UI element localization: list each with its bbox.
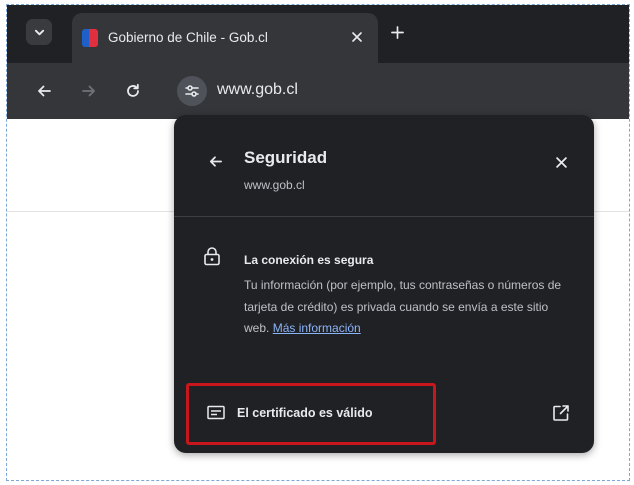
site-info-button[interactable] xyxy=(177,76,207,106)
tab-title: Gobierno de Chile - Gob.cl xyxy=(108,30,268,45)
tab-search-button[interactable] xyxy=(26,19,52,45)
screenshot-frame: Gobierno de Chile - Gob.cl www.gob.cl Se… xyxy=(6,4,630,481)
tab-active[interactable]: Gobierno de Chile - Gob.cl xyxy=(72,13,378,63)
close-icon xyxy=(555,156,567,168)
certificate-icon xyxy=(207,405,225,421)
popup-divider xyxy=(174,216,594,217)
arrow-left-icon xyxy=(209,155,222,167)
close-icon xyxy=(352,32,362,42)
new-tab-button[interactable] xyxy=(388,23,406,41)
certificate-valid-row[interactable]: El certificado es válido xyxy=(186,383,436,445)
popup-close-button[interactable] xyxy=(550,151,572,173)
forward-button[interactable] xyxy=(77,79,101,103)
connection-status-title: La conexión es segura xyxy=(244,253,374,267)
connection-description: Tu información (por ejemplo, tus contras… xyxy=(244,275,564,340)
lock-icon xyxy=(203,246,221,266)
popup-back-button[interactable] xyxy=(204,150,226,172)
chevron-down-icon xyxy=(34,29,44,35)
back-button[interactable] xyxy=(32,79,56,103)
chile-flag-icon xyxy=(82,29,98,47)
popup-title: Seguridad xyxy=(244,148,328,167)
learn-more-link[interactable]: Más información xyxy=(273,321,361,335)
reload-button[interactable] xyxy=(121,79,145,103)
certificate-label: El certificado es válido xyxy=(237,406,373,420)
plus-icon xyxy=(390,25,404,39)
arrow-right-icon xyxy=(82,85,95,97)
address-bar-url[interactable]: www.gob.cl xyxy=(217,81,298,99)
tab-close-button[interactable] xyxy=(346,26,368,48)
arrow-left-icon xyxy=(38,85,51,97)
reload-icon xyxy=(127,83,139,97)
tab-strip: Gobierno de Chile - Gob.cl xyxy=(7,5,629,63)
tune-icon xyxy=(185,85,199,97)
toolbar: www.gob.cl xyxy=(7,63,629,119)
security-popup: Seguridad www.gob.cl La conexión es segu… xyxy=(174,115,594,453)
popup-subtitle: www.gob.cl xyxy=(244,178,305,192)
open-in-new-icon[interactable] xyxy=(552,404,570,422)
